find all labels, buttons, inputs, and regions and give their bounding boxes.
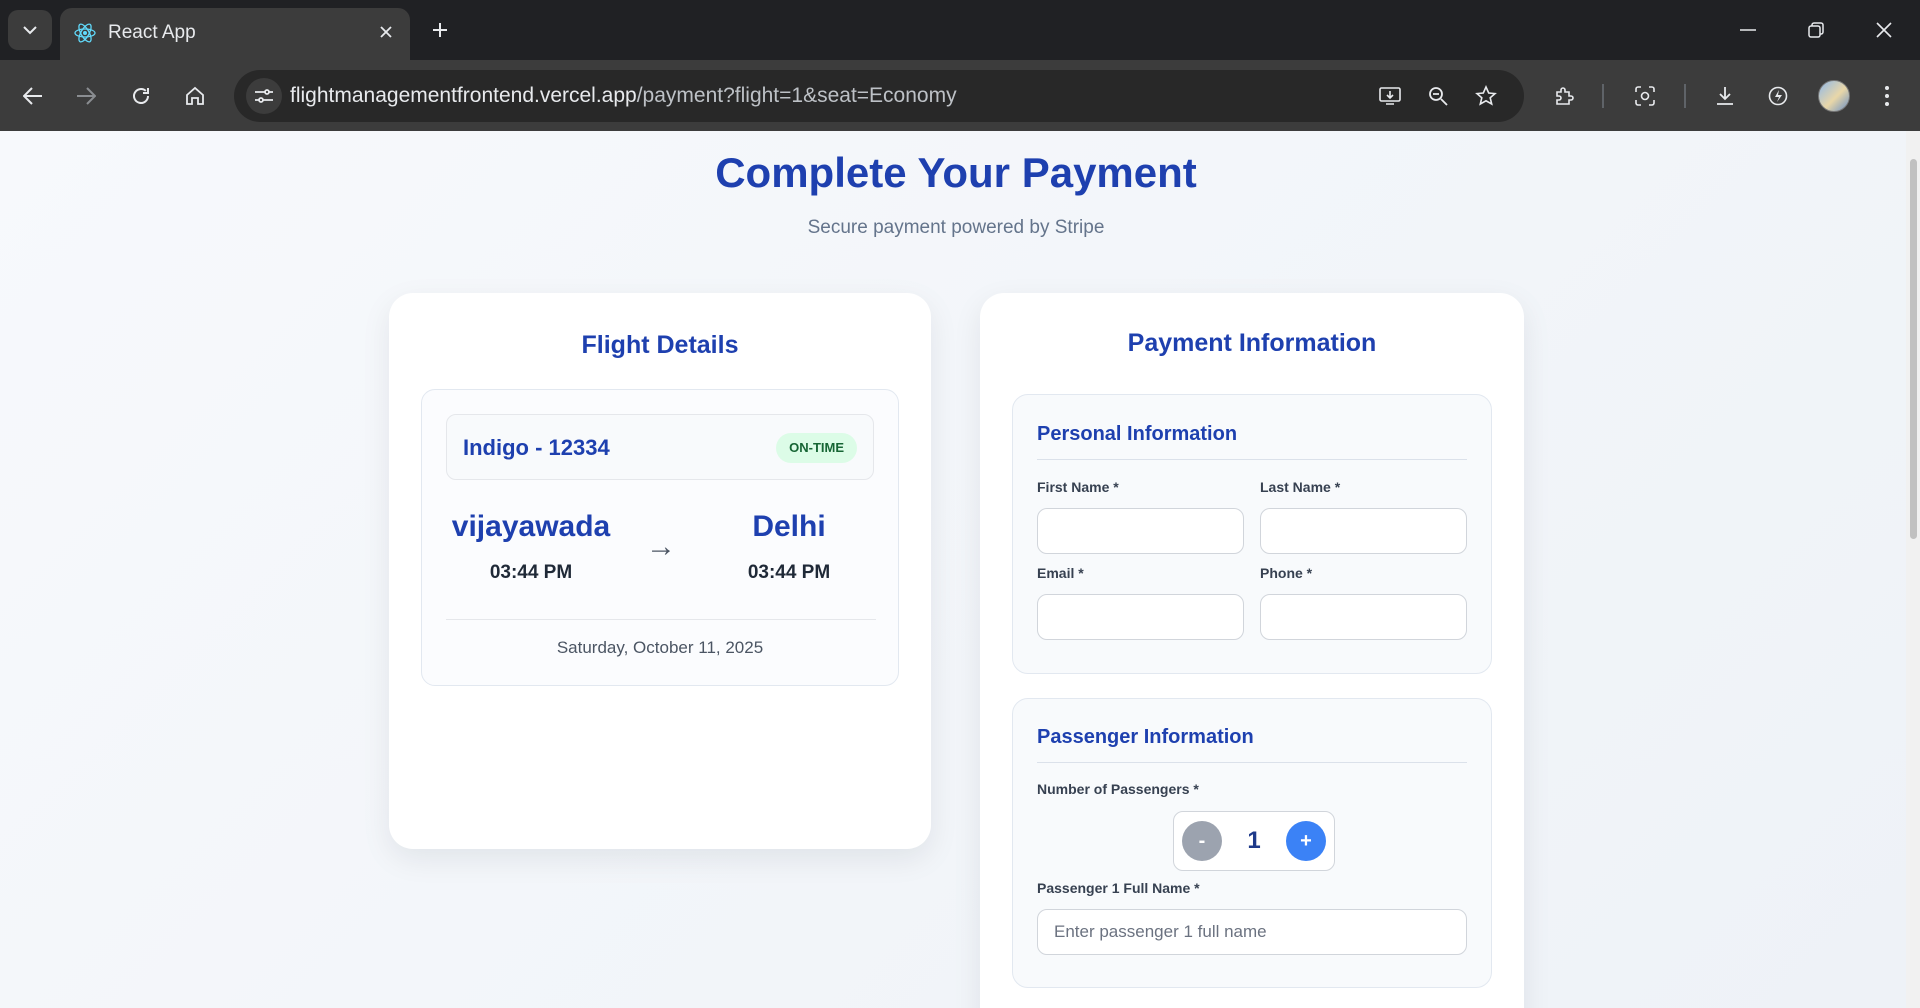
personal-information-section: Personal Information First Name * Last N… xyxy=(1012,394,1492,674)
install-app-button[interactable] xyxy=(1372,78,1408,114)
passenger-information-section: Passenger Information Number of Passenge… xyxy=(1012,698,1492,988)
status-badge: ON-TIME xyxy=(776,433,857,463)
email-field[interactable] xyxy=(1037,594,1244,640)
phone-label: Phone * xyxy=(1260,565,1313,581)
new-tab-button[interactable] xyxy=(422,12,458,48)
scrollbar-thumb[interactable] xyxy=(1910,159,1917,539)
section-divider xyxy=(1037,762,1467,763)
flight-details-card: Flight Details Indigo - 12334 ON-TIME vi… xyxy=(389,293,931,849)
tab-search-button[interactable] xyxy=(8,10,52,50)
extensions-icon xyxy=(1556,87,1574,105)
lens-icon xyxy=(1635,86,1655,106)
passenger-count-value: 1 xyxy=(1247,827,1261,854)
arrival-time: 03:44 PM xyxy=(747,562,831,583)
increase-passengers-button[interactable]: + xyxy=(1286,821,1326,861)
tab-title: React App xyxy=(108,22,196,43)
flight-summary: Indigo - 12334 ON-TIME vijayawada 03:44 … xyxy=(421,389,899,686)
lens-button[interactable] xyxy=(1626,77,1664,115)
home-button[interactable] xyxy=(175,76,215,116)
forward-button[interactable] xyxy=(66,76,106,116)
url-path: /payment?flight=1&seat=Economy xyxy=(636,84,957,107)
tab-close-button[interactable] xyxy=(372,18,400,46)
forward-icon xyxy=(77,87,96,105)
zoom-icon xyxy=(1429,87,1448,106)
page-scrollbar[interactable] xyxy=(1906,131,1920,1008)
route-arrow-icon: → xyxy=(646,530,676,563)
passenger-name-label: Passenger 1 Full Name * xyxy=(1037,880,1200,896)
page-subtitle: Secure payment powered by Stripe xyxy=(807,217,1105,238)
reload-button[interactable] xyxy=(121,76,161,116)
destination-city: Delhi xyxy=(752,510,826,543)
zoom-button[interactable] xyxy=(1420,78,1456,114)
last-name-label: Last Name * xyxy=(1260,479,1341,495)
url-text: flightmanagementfrontend.vercel.app/paym… xyxy=(290,84,957,108)
react-logo-icon xyxy=(72,20,98,46)
close-window-button[interactable] xyxy=(1862,10,1906,50)
back-button[interactable] xyxy=(13,76,53,116)
origin-city: vijayawada xyxy=(451,510,611,543)
divider xyxy=(446,619,876,620)
url-host: flightmanagementfrontend.vercel.app xyxy=(290,84,637,107)
toolbar-separator xyxy=(1684,84,1686,108)
site-info-button[interactable] xyxy=(246,78,282,114)
back-icon xyxy=(23,87,42,105)
plus-icon xyxy=(433,23,447,37)
menu-icon xyxy=(1885,86,1889,106)
install-app-icon xyxy=(1379,87,1401,105)
personal-information-title: Personal Information xyxy=(1037,423,1238,445)
home-icon xyxy=(186,86,204,105)
tab-list-icon xyxy=(23,25,37,34)
airline-name: Indigo - 12334 xyxy=(463,435,610,460)
restore-button[interactable] xyxy=(1794,10,1838,50)
minimize-icon xyxy=(1740,29,1756,31)
extensions-button[interactable] xyxy=(1546,77,1584,115)
first-name-label: First Name * xyxy=(1037,479,1119,495)
site-info-icon xyxy=(255,89,273,103)
decrease-passengers-button[interactable]: - xyxy=(1182,821,1222,861)
flight-date: Saturday, October 11, 2025 xyxy=(556,638,764,657)
flight-details-heading: Flight Details xyxy=(581,331,739,359)
downloads-button[interactable] xyxy=(1706,77,1744,115)
section-divider xyxy=(1037,459,1467,460)
performance-button[interactable] xyxy=(1759,77,1797,115)
payment-information-card: Payment Information Personal Information… xyxy=(980,293,1524,1008)
profile-avatar[interactable] xyxy=(1818,80,1850,112)
last-name-field[interactable] xyxy=(1260,508,1467,554)
restore-icon xyxy=(1808,22,1824,38)
passenger-name-field[interactable] xyxy=(1037,909,1467,955)
payment-information-heading: Payment Information xyxy=(1127,329,1377,357)
page-title: Complete Your Payment xyxy=(715,149,1197,196)
passenger-count-label: Number of Passengers * xyxy=(1037,781,1199,797)
passenger-count-stepper: - 1 + xyxy=(1173,811,1335,871)
browser-tab[interactable]: React App xyxy=(60,8,410,60)
close-icon xyxy=(1876,22,1892,38)
departure-time: 03:44 PM xyxy=(489,562,573,583)
browser-toolbar: flightmanagementfrontend.vercel.app/paym… xyxy=(0,60,1920,131)
phone-field[interactable] xyxy=(1260,594,1467,640)
reload-icon xyxy=(133,88,149,104)
first-name-field[interactable] xyxy=(1037,508,1244,554)
toolbar-separator xyxy=(1602,84,1604,108)
performance-icon xyxy=(1768,86,1788,106)
browser-tab-bar: React App xyxy=(0,0,1920,60)
browser-menu-button[interactable] xyxy=(1868,77,1906,115)
bookmark-button[interactable] xyxy=(1468,78,1504,114)
page-viewport: Complete Your Payment Secure payment pow… xyxy=(0,131,1920,1008)
close-icon xyxy=(380,26,392,38)
minimize-button[interactable] xyxy=(1726,10,1770,50)
passenger-information-title: Passenger Information xyxy=(1037,726,1254,748)
email-label: Email * xyxy=(1037,565,1084,581)
download-icon xyxy=(1717,87,1733,105)
star-icon xyxy=(1475,85,1497,106)
airline-header: Indigo - 12334 ON-TIME xyxy=(446,414,874,480)
address-bar[interactable]: flightmanagementfrontend.vercel.app/paym… xyxy=(234,70,1524,122)
